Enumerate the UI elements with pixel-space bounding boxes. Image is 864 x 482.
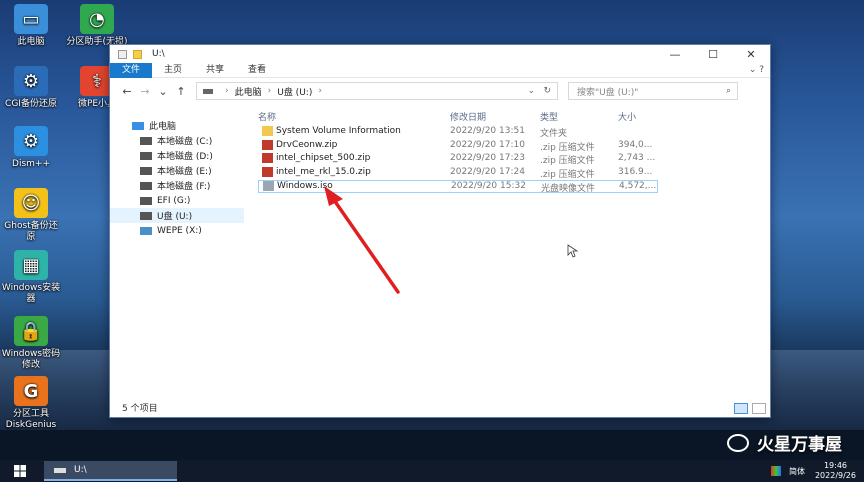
tray-app-icon[interactable] (770, 466, 781, 476)
taskbar-explorer-button[interactable]: U:\ (44, 461, 177, 481)
watermark-text: 火星万事屋 (757, 435, 842, 455)
clock-date: 2022/9/26 (814, 471, 856, 480)
clock[interactable]: 19:46 2022/9/26 (815, 461, 856, 481)
ime-indicator[interactable]: 简体 (789, 466, 805, 477)
drive-icon (54, 467, 66, 473)
wechat-icon (727, 433, 749, 452)
taskbar-explorer-label: U:\ (74, 465, 87, 475)
system-tray: 简体 19:46 2022/9/26 (770, 460, 856, 482)
windows-start-icon[interactable] (0, 460, 40, 482)
taskbar: U:\ 简体 19:46 2022/9/26 (0, 460, 864, 482)
annotation-arrow (324, 186, 400, 294)
clock-time: 19:46 (823, 461, 848, 470)
watermark: 火星万事屋 (727, 430, 842, 455)
